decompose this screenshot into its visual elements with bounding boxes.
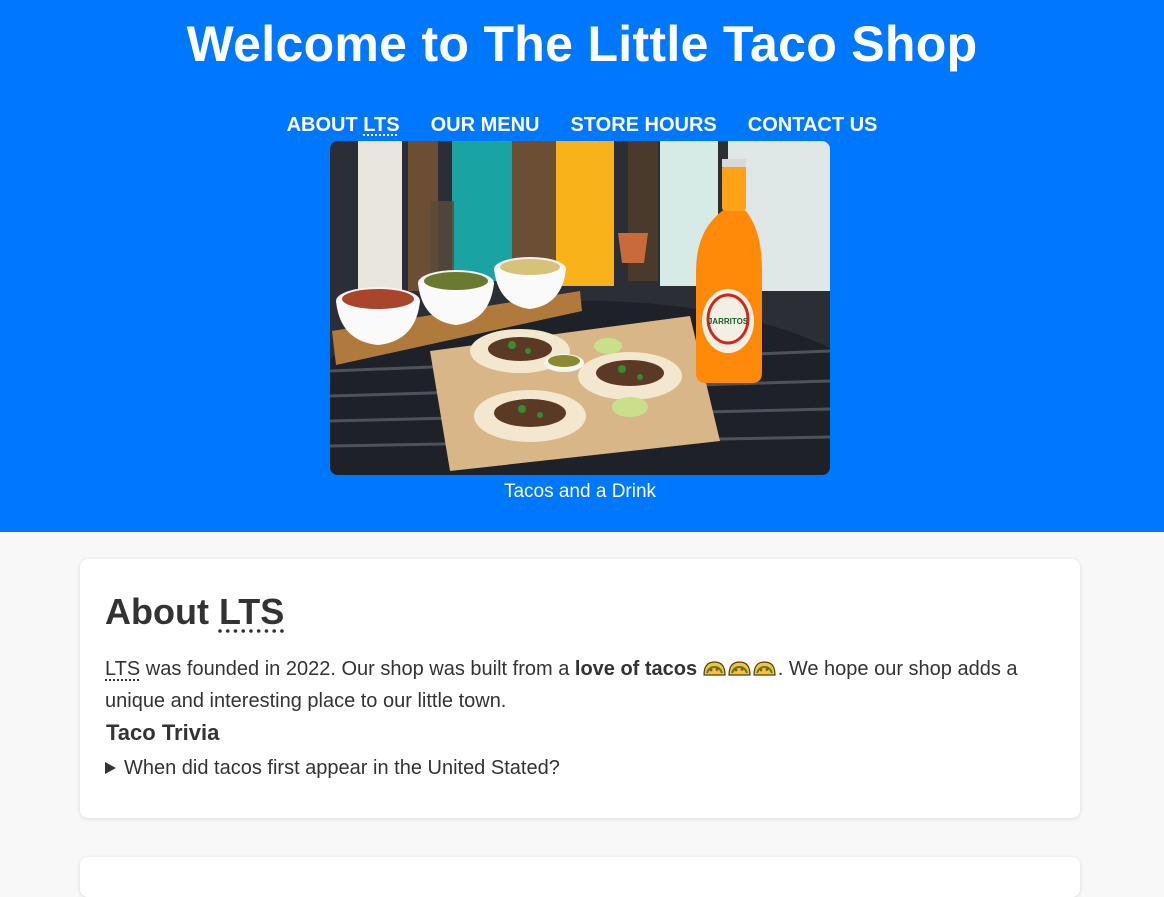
trivia-details[interactable]: When did tacos first appear in the Unite…: [105, 755, 1055, 781]
about-heading: About LTS: [105, 591, 285, 632]
site-title: Welcome to The Little Taco Shop: [186, 16, 978, 72]
nav-abbr-lts: LTS: [363, 114, 400, 136]
love-of-tacos-text: love of tacos: [574, 658, 698, 680]
hero-image: JARRITOS: [330, 141, 830, 475]
trivia-heading: Taco Trivia: [106, 720, 220, 745]
trivia-summary[interactable]: When did tacos first appear in the Unite…: [105, 755, 1055, 781]
about-paragraph: LTS was founded in 2022. Our shop was bu…: [105, 658, 1018, 712]
trivia-question: When did tacos first appear in the Unite…: [124, 757, 560, 779]
hero-caption: Tacos and a Drink: [503, 481, 657, 502]
taco-icon: [703, 661, 726, 676]
about-card: About LTS LTS was founded in 2022. Our s…: [80, 559, 1080, 818]
taco-icon: [753, 661, 776, 676]
site-header: Welcome to The Little Taco Shop ABOUT LT…: [0, 0, 1164, 532]
disclosure-triangle-icon: [105, 762, 116, 774]
main-nav: ABOUT LTS OUR MENU STORE HOURS CONTACT U…: [0, 112, 1164, 138]
bottle-label-text: JARRITOS: [708, 317, 749, 326]
hero-figure: JARRITOS Tacos and a Drink: [330, 141, 830, 504]
taco-icon: [728, 661, 751, 676]
about-heading-abbr: LTS: [218, 591, 285, 632]
nav-link-hours[interactable]: STORE HOURS: [570, 112, 716, 138]
nav-link-menu[interactable]: OUR MENU: [431, 112, 540, 138]
nav-link-about[interactable]: ABOUT LTS: [287, 112, 400, 138]
para-abbr-lts: LTS: [105, 658, 141, 680]
next-section-card: [80, 857, 1080, 897]
nav-link-contact[interactable]: CONTACT US: [748, 112, 878, 138]
